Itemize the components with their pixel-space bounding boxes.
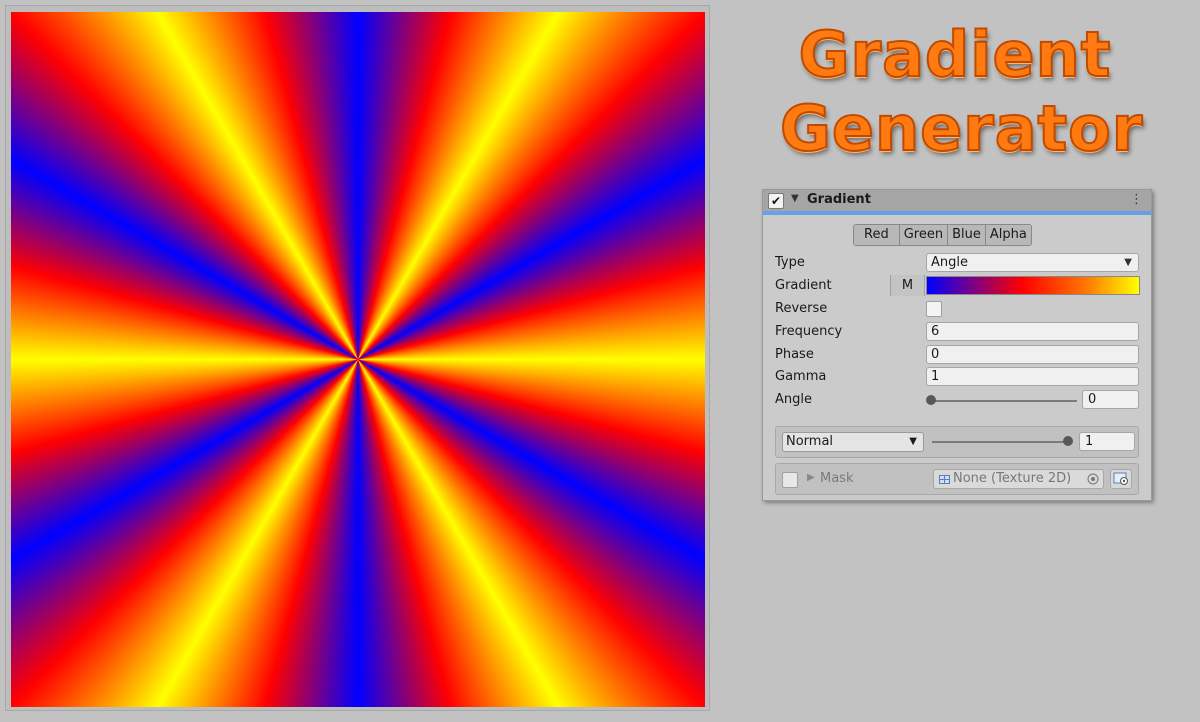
- blend-group: Normal ▼ 1: [775, 426, 1139, 458]
- opacity-input[interactable]: 1: [1079, 432, 1135, 451]
- target-icon[interactable]: [1087, 473, 1099, 485]
- logo: Gradient Generator: [779, 17, 1144, 178]
- tab-blue[interactable]: Blue: [948, 225, 986, 245]
- type-value: Angle: [931, 255, 968, 270]
- texture-icon: [939, 475, 950, 484]
- gamma-label: Gamma: [775, 369, 827, 384]
- object-picker-icon: [1113, 472, 1128, 485]
- blend-mode-value: Normal: [786, 434, 834, 449]
- kebab-menu-icon[interactable]: ⋮: [1130, 192, 1143, 207]
- opacity-slider-track[interactable]: [932, 441, 1068, 443]
- chevron-down-icon: ▼: [1124, 257, 1132, 268]
- gradient-field[interactable]: [926, 276, 1140, 295]
- mask-group: ▶ Mask None (Texture 2D): [775, 463, 1139, 495]
- mask-texture-value: None (Texture 2D): [953, 471, 1072, 486]
- tab-alpha[interactable]: Alpha: [985, 225, 1031, 245]
- gradient-mode-button[interactable]: M: [890, 275, 925, 296]
- channel-tabs: Red Green Blue Alpha: [853, 224, 1032, 246]
- type-dropdown[interactable]: Angle ▼: [926, 253, 1139, 272]
- gradient-label: Gradient: [775, 278, 832, 293]
- angle-input[interactable]: 0: [1082, 390, 1139, 409]
- phase-label: Phase: [775, 347, 814, 362]
- enable-checkbox[interactable]: ✔: [768, 193, 784, 209]
- reverse-checkbox[interactable]: [926, 301, 942, 317]
- tab-green[interactable]: Green: [899, 225, 949, 245]
- blend-mode-dropdown[interactable]: Normal ▼: [782, 432, 924, 452]
- angle-label: Angle: [775, 392, 812, 407]
- logo-line-1: Gradient: [798, 17, 1112, 92]
- preview-frame: [5, 5, 710, 711]
- gamma-input[interactable]: 1: [926, 367, 1139, 386]
- mask-foldout-arrow-icon[interactable]: ▶: [807, 472, 815, 483]
- tab-red[interactable]: Red: [854, 225, 900, 245]
- component-title: Gradient: [807, 192, 871, 207]
- frequency-input[interactable]: 6: [926, 322, 1139, 341]
- angle-slider-knob[interactable]: [926, 395, 936, 405]
- mask-enable-checkbox[interactable]: [782, 472, 798, 488]
- angle-slider-track[interactable]: [931, 400, 1077, 402]
- component-header[interactable]: ✔ ▼ Gradient ⋮: [763, 190, 1151, 215]
- object-picker-button[interactable]: [1110, 469, 1132, 489]
- opacity-slider-knob[interactable]: [1063, 436, 1073, 446]
- mask-label: Mask: [820, 471, 854, 486]
- phase-input[interactable]: 0: [926, 345, 1139, 364]
- gradient-preview: [11, 12, 705, 707]
- logo-line-2: Generator: [779, 91, 1144, 166]
- frequency-label: Frequency: [775, 324, 843, 339]
- gradient-inspector: ✔ ▼ Gradient ⋮ Red Green Blue Alpha Type…: [762, 189, 1152, 501]
- foldout-arrow-icon[interactable]: ▼: [791, 193, 799, 204]
- type-label: Type: [775, 255, 805, 270]
- chevron-down-icon: ▼: [909, 436, 917, 447]
- mask-texture-field[interactable]: None (Texture 2D): [933, 469, 1104, 489]
- reverse-label: Reverse: [775, 301, 828, 316]
